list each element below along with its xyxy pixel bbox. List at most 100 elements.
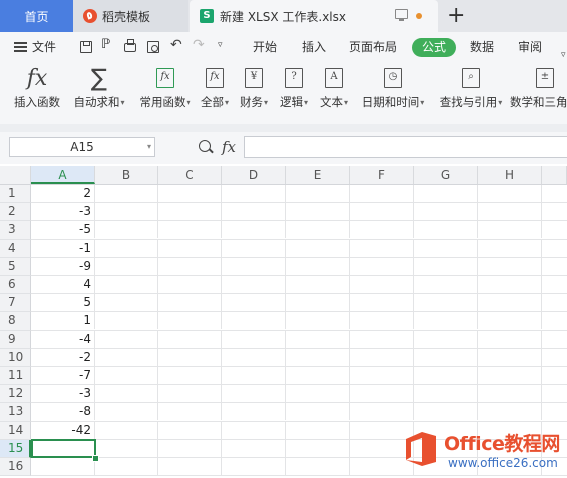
cell[interactable]	[478, 185, 542, 202]
row-header[interactable]: 16	[0, 458, 31, 477]
math-functions-button[interactable]: ± 数学和三角	[510, 62, 567, 110]
cell[interactable]	[542, 331, 567, 348]
cell[interactable]	[286, 458, 350, 475]
cell[interactable]	[542, 367, 567, 384]
cell[interactable]	[222, 385, 286, 403]
column-header-f[interactable]: F	[350, 166, 414, 184]
cell[interactable]	[478, 239, 542, 257]
cell[interactable]	[158, 330, 222, 348]
cell[interactable]	[350, 367, 414, 384]
row-header[interactable]: 2	[0, 203, 31, 222]
cell[interactable]	[95, 403, 158, 421]
cell[interactable]	[414, 294, 478, 312]
save-icon[interactable]	[80, 41, 92, 53]
column-header-h[interactable]: H	[478, 166, 542, 184]
cell-a[interactable]: -3	[31, 203, 95, 221]
cell-a[interactable]: -3	[31, 385, 95, 403]
file-menu[interactable]: 文件	[14, 32, 56, 62]
row-header[interactable]: 7	[0, 294, 31, 313]
common-functions-button[interactable]: fx 常用函数▾	[134, 62, 196, 110]
row-header[interactable]: 14	[0, 421, 31, 440]
row-header[interactable]: 11	[0, 367, 31, 386]
cell[interactable]	[286, 185, 350, 202]
datetime-functions-button[interactable]: ◷ 日期和时间▾	[356, 62, 430, 110]
cell[interactable]	[286, 348, 350, 366]
tab-formulas[interactable]: 公式	[412, 38, 457, 57]
tab-home[interactable]: 首页	[0, 0, 73, 32]
cell[interactable]	[478, 367, 542, 384]
cell[interactable]	[542, 240, 567, 257]
new-tab-button[interactable]: +	[447, 3, 465, 29]
tab-home-ribbon[interactable]: 开始	[253, 32, 277, 62]
row-header[interactable]: 12	[0, 385, 31, 404]
row-header[interactable]: 9	[0, 330, 31, 349]
cell[interactable]	[95, 221, 158, 239]
cell-a[interactable]	[31, 458, 95, 475]
cell[interactable]	[95, 203, 158, 221]
lookup-functions-button[interactable]: ⌕ 查找与引用▾	[434, 62, 508, 110]
cell[interactable]	[414, 221, 478, 239]
cell[interactable]	[158, 421, 222, 439]
cell[interactable]	[222, 312, 286, 330]
chevron-down-icon[interactable]: ▿	[218, 40, 230, 52]
cell[interactable]	[286, 312, 350, 330]
cell[interactable]	[542, 349, 567, 366]
column-header-b[interactable]: B	[95, 166, 158, 184]
cell[interactable]	[222, 403, 286, 421]
cell[interactable]	[95, 257, 158, 275]
cell[interactable]	[158, 221, 222, 239]
cell[interactable]	[222, 367, 286, 384]
cell[interactable]	[478, 348, 542, 366]
cell[interactable]	[222, 294, 286, 312]
cell[interactable]	[158, 312, 222, 330]
row-header[interactable]: 8	[0, 312, 31, 331]
cell[interactable]	[542, 276, 567, 293]
cell[interactable]	[478, 257, 542, 275]
cell[interactable]	[414, 403, 478, 421]
cell-a[interactable]: -4	[31, 330, 95, 348]
formula-input[interactable]	[244, 136, 567, 158]
row-header[interactable]: 6	[0, 276, 31, 295]
print-icon[interactable]	[124, 39, 136, 52]
cell-a[interactable]: -7	[31, 367, 95, 384]
cell[interactable]	[350, 312, 414, 330]
tab-review[interactable]: 审阅	[518, 32, 542, 62]
cell[interactable]	[414, 367, 478, 384]
cell[interactable]	[286, 221, 350, 239]
cell[interactable]	[222, 239, 286, 257]
cell[interactable]	[478, 276, 542, 293]
cell[interactable]	[286, 203, 350, 221]
row-header[interactable]: 5	[0, 257, 31, 276]
cell[interactable]	[350, 257, 414, 275]
cell[interactable]	[286, 367, 350, 384]
cell[interactable]	[350, 330, 414, 348]
undo-icon[interactable]: ↶	[170, 37, 182, 53]
cell[interactable]	[478, 312, 542, 330]
cell[interactable]	[158, 348, 222, 366]
cell[interactable]	[95, 348, 158, 366]
cell[interactable]	[222, 257, 286, 275]
cell-a[interactable]: -1	[31, 239, 95, 257]
export-pdf-icon[interactable]: ℙ	[101, 38, 113, 52]
cell[interactable]	[158, 239, 222, 257]
cell-a[interactable]: -9	[31, 257, 95, 275]
cell[interactable]	[95, 439, 158, 457]
row-header[interactable]: 4	[0, 239, 31, 258]
cell[interactable]	[350, 203, 414, 221]
redo-icon[interactable]: ↷	[193, 37, 205, 53]
cell[interactable]	[414, 348, 478, 366]
zoom-search-icon[interactable]	[199, 140, 211, 152]
cell[interactable]	[95, 421, 158, 439]
insert-function-button[interactable]: fx 插入函数	[10, 62, 64, 110]
print-preview-icon[interactable]	[147, 41, 159, 53]
cell[interactable]	[222, 203, 286, 221]
cell[interactable]	[95, 385, 158, 403]
cell[interactable]	[542, 294, 567, 311]
cell[interactable]	[478, 330, 542, 348]
cell[interactable]	[542, 185, 567, 202]
cell-a[interactable]: -2	[31, 348, 95, 366]
cell[interactable]	[95, 276, 158, 293]
cell[interactable]	[222, 458, 286, 475]
tab-data[interactable]: 数据	[470, 32, 494, 62]
cell[interactable]	[478, 385, 542, 403]
